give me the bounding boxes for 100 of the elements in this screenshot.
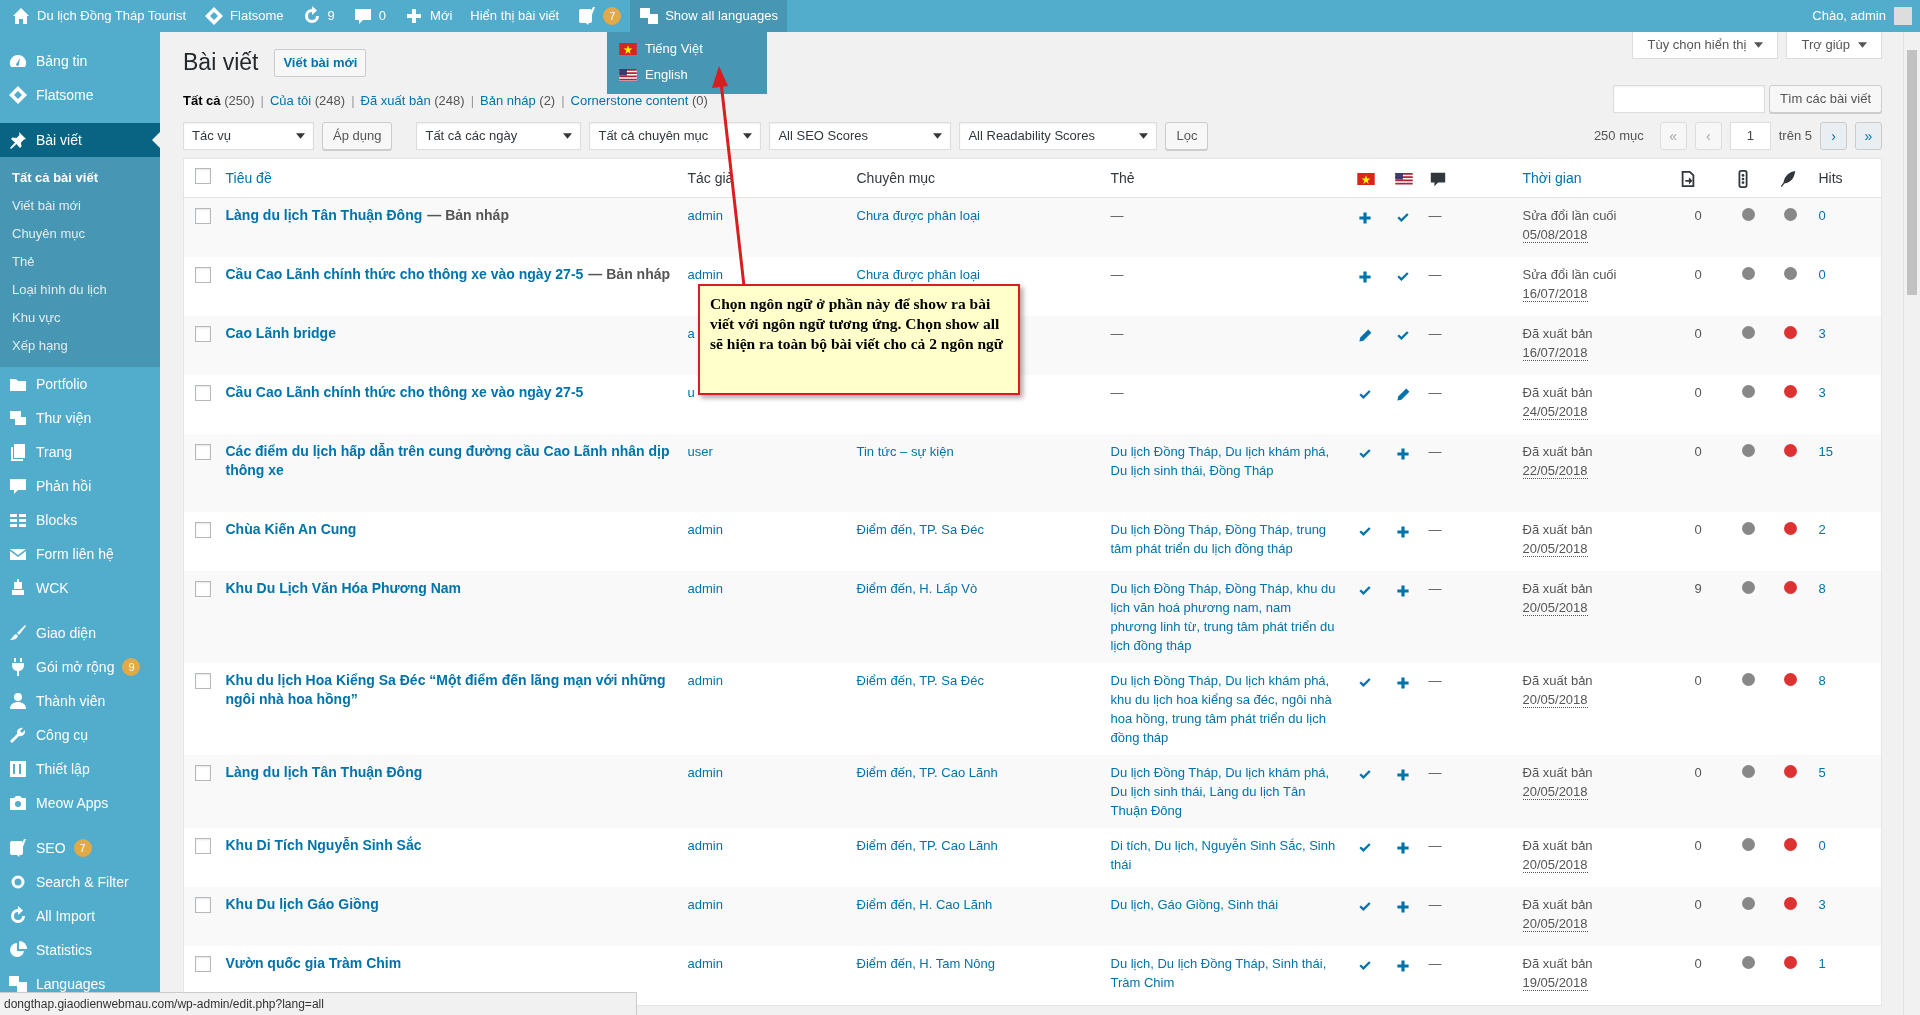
hits-link[interactable]: 1	[1818, 956, 1826, 971]
author-link[interactable]: a	[687, 326, 695, 341]
sidebar-item[interactable]: Meow Apps	[0, 786, 160, 820]
column-header[interactable]: Thời gian	[1522, 169, 1582, 186]
menu-item[interactable]: Tiếng Việt	[607, 36, 767, 62]
scrollbar[interactable]	[1903, 32, 1920, 1015]
checkbox[interactable]	[195, 765, 211, 781]
sidebar-item[interactable]: Portfolio	[0, 367, 160, 401]
hits-link[interactable]: 0	[1818, 208, 1826, 223]
submenu-item[interactable]: Thẻ	[0, 248, 160, 276]
category-link[interactable]: Tin tức – sự kiện	[856, 444, 954, 459]
author-link[interactable]: admin	[687, 522, 723, 537]
sidebar-item[interactable]: Form liên hệ	[0, 537, 160, 571]
hits-link[interactable]: 8	[1818, 673, 1826, 688]
sidebar-item[interactable]: Bảng tin	[0, 44, 160, 78]
toolbar-item[interactable]: Show all languages	[630, 0, 787, 32]
toolbar-item[interactable]: 0	[343, 0, 396, 32]
hits-link[interactable]: 3	[1818, 385, 1826, 400]
dropdown[interactable]: All Readability Scores	[959, 122, 1158, 150]
view-link[interactable]: Của tôi	[269, 92, 312, 108]
category-link[interactable]: Điểm đến, H. Tam Nông	[856, 956, 995, 971]
post-title-link[interactable]: Chùa Kiến An Cung	[225, 520, 357, 539]
checkbox[interactable]	[195, 267, 211, 283]
category-link[interactable]: Điểm đến, TP. Sa Đéc	[856, 522, 984, 537]
tags-link[interactable]: Du lịch, Du lịch Đồng Tháp, Sinh thái, Tràm Chim	[1110, 954, 1341, 992]
filter-button[interactable]: Áp dụng	[322, 122, 393, 150]
tags-link[interactable]: Du lịch Đồng Tháp, Du lịch khám phá, khu du lịch hoa kiểng sa đéc, ngôi nhà hoa hồng, trung tâm phát triển du lịch đồng tháp	[1110, 671, 1341, 747]
author-link[interactable]: admin	[687, 956, 723, 971]
hits-link[interactable]: 3	[1818, 897, 1826, 912]
post-title-link[interactable]: Cao Lãnh bridge	[225, 324, 336, 343]
view-link[interactable]: Tất cả	[183, 92, 221, 108]
post-title-link[interactable]: Khu Di Tích Nguyễn Sinh Sắc	[225, 836, 422, 855]
category-link[interactable]: Điểm đến, TP. Sa Đéc	[856, 673, 984, 688]
submenu-item[interactable]: Viết bài mới	[0, 192, 160, 220]
category-link[interactable]: Điểm đến, H. Cao Lãnh	[856, 897, 993, 912]
category-link[interactable]: Chưa được phân loại	[856, 267, 980, 282]
sidebar-item[interactable]: Trang	[0, 435, 160, 469]
view-link[interactable]: Cornerstone content	[570, 92, 689, 108]
scrollbar-thumb[interactable]	[1907, 50, 1917, 295]
post-title-link[interactable]: Khu Du lịch Gáo Giồng	[225, 895, 379, 914]
hits-link[interactable]: 15	[1818, 444, 1833, 459]
checkbox[interactable]	[195, 673, 211, 689]
author-link[interactable]: admin	[687, 838, 723, 853]
hits-link[interactable]: 3	[1818, 326, 1826, 341]
page-field[interactable]: 1	[1729, 122, 1771, 150]
post-title-link[interactable]: Vườn quốc gia Tràm Chim	[225, 954, 402, 973]
category-link[interactable]: Chưa được phân loại	[856, 208, 980, 223]
author-link[interactable]: admin	[687, 267, 723, 282]
screen-tab[interactable]: Trợ giúp	[1786, 32, 1882, 59]
toolbar-item[interactable]: Du lịch Đồng Tháp Tourist	[2, 0, 196, 32]
view-link[interactable]: Đã xuất bản	[360, 92, 431, 108]
tags-link[interactable]: Du lịch Đồng Tháp, Đồng Tháp, trung tâm phát triển du lịch đồng tháp	[1110, 520, 1341, 558]
submenu-item[interactable]: Loại hình du lịch	[0, 276, 160, 304]
page-button[interactable]: »	[1855, 122, 1882, 150]
author-link[interactable]: admin	[687, 208, 723, 223]
view-link[interactable]: Bản nháp	[480, 92, 536, 108]
greeting-link[interactable]: Chào, admin	[1812, 6, 1886, 26]
search-field[interactable]	[1612, 85, 1765, 113]
page-button[interactable]: ›	[1820, 122, 1847, 150]
hits-link[interactable]: 0	[1818, 267, 1826, 282]
toolbar-item[interactable]: Flatsome	[195, 0, 293, 32]
category-link[interactable]: Điểm đến, H. Lấp Vò	[856, 581, 978, 596]
search-button[interactable]: Tìm các bài viết	[1768, 85, 1882, 113]
toolbar-item[interactable]: Hiển thị bài viết	[461, 0, 569, 32]
submenu-item[interactable]: Chuyên mục	[0, 220, 160, 248]
dropdown[interactable]: All SEO Scores	[769, 122, 952, 150]
checkbox[interactable]	[195, 838, 211, 854]
author-link[interactable]: u	[687, 385, 695, 400]
post-title-link[interactable]: Cầu Cao Lãnh chính thức cho thông xe vào ngày 27-5	[225, 383, 584, 402]
post-title-link[interactable]: Làng du lịch Tân Thuận Đông	[225, 206, 423, 225]
tags-link[interactable]: Di tích, Du lịch, Nguyễn Sinh Sắc, Sinh thái	[1110, 836, 1341, 874]
checkbox[interactable]	[195, 326, 211, 342]
sidebar-item[interactable]: Công cụ	[0, 718, 160, 752]
checkbox[interactable]	[195, 444, 211, 460]
category-link[interactable]: Điểm đến, TP. Cao Lãnh	[856, 838, 998, 853]
sidebar-item[interactable]: Gói mở rộng 9	[0, 650, 160, 684]
post-title-link[interactable]: Khu du lịch Hoa Kiểng Sa Đéc “Một điểm đến lãng mạn với những ngôi nhà hoa hồng”	[225, 671, 672, 709]
checkbox[interactable]	[195, 581, 211, 597]
sidebar-item[interactable]: Phản hồi	[0, 469, 160, 503]
post-title-link[interactable]: Khu Du Lịch Văn Hóa Phương Nam	[225, 579, 462, 598]
hits-link[interactable]: 5	[1818, 765, 1826, 780]
checkbox[interactable]	[195, 168, 211, 184]
dropdown[interactable]: Tác vụ	[183, 122, 314, 150]
tags-link[interactable]: Du lịch Đồng Tháp, Du lịch khám phá, Du lịch sinh thái, Đồng Tháp	[1110, 442, 1341, 480]
author-link[interactable]: user	[687, 444, 713, 459]
author-link[interactable]: admin	[687, 897, 723, 912]
sidebar-item[interactable]: Statistics	[0, 933, 160, 967]
sidebar-item[interactable]: All Import	[0, 899, 160, 933]
checkbox[interactable]	[195, 522, 211, 538]
add-new-button[interactable]: Viết bài mới	[274, 49, 367, 77]
author-link[interactable]: admin	[687, 765, 723, 780]
column-header[interactable]: Tiêu đề	[225, 169, 272, 186]
sidebar-item[interactable]: SEO 7	[0, 831, 160, 865]
post-title-link[interactable]: Làng du lịch Tân Thuận Đông	[225, 763, 423, 782]
menu-item[interactable]: English	[607, 62, 767, 88]
sidebar-item[interactable]: Blocks	[0, 503, 160, 537]
author-link[interactable]: admin	[687, 673, 723, 688]
submenu-item[interactable]: Khu vực	[0, 304, 160, 332]
checkbox[interactable]	[195, 897, 211, 913]
author-link[interactable]: admin	[687, 581, 723, 596]
